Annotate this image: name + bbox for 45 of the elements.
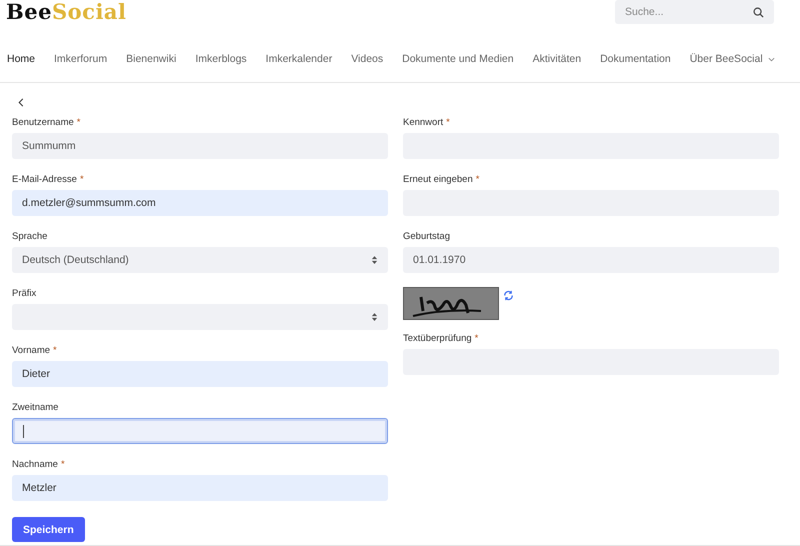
required-mark: *: [446, 116, 450, 128]
nav-link[interactable]: Aktivitäten: [532, 53, 582, 65]
nav-link[interactable]: Videos: [351, 53, 384, 65]
nav-link[interactable]: Imkerblogs: [195, 53, 247, 65]
field-label: Erneut eingeben: [403, 174, 473, 184]
nav-link[interactable]: Dokumentation: [600, 53, 671, 65]
field-label: Nachname: [12, 458, 58, 470]
nav-link[interactable]: Über BeeSocial: [690, 53, 775, 65]
input-field[interactable]: 01.01.1970: [403, 247, 779, 273]
input-field[interactable]: Summumm: [12, 133, 388, 159]
logo[interactable]: BeeSocial: [0, 0, 127, 24]
field-label: Zweitname: [12, 402, 58, 412]
input-field[interactable]: Dieter: [12, 361, 388, 387]
save-button[interactable]: Speichern: [12, 517, 85, 542]
required-mark: *: [474, 332, 478, 344]
search-icon: [753, 6, 764, 18]
sort-icon: [371, 312, 378, 322]
sort-icon: [371, 255, 378, 265]
back-icon[interactable]: [18, 98, 24, 107]
input-field[interactable]: d.metzler@summsumm.com: [12, 190, 388, 216]
required-mark: *: [76, 116, 80, 128]
required-mark: *: [60, 458, 65, 470]
field-label: Benutzername: [12, 116, 74, 128]
field-label: Textüberprüfung: [403, 332, 472, 344]
required-mark: *: [53, 344, 57, 356]
nav-link[interactable]: Bienenwiki: [126, 53, 176, 65]
field-label: E-Mail-Adresse: [12, 174, 77, 184]
input-field[interactable]: [12, 418, 388, 444]
field-label: Vorname: [12, 344, 50, 356]
search-field[interactable]: Suche...: [615, 0, 774, 24]
nav-link[interactable]: Imkerkalender: [266, 53, 332, 65]
nav-link[interactable]: Imkerforum: [54, 53, 108, 65]
field-label: Präfix: [12, 288, 36, 298]
field-label: Geburtstag: [403, 230, 450, 242]
required-mark: *: [476, 174, 480, 184]
select-field[interactable]: [12, 304, 388, 330]
nav-link[interactable]: Home: [7, 53, 36, 65]
field-label: Sprache: [12, 230, 48, 242]
nav-link[interactable]: Dokumente und Medien: [402, 53, 514, 65]
select-field[interactable]: Deutsch (Deutschland): [12, 247, 388, 273]
chevron-down-icon: [768, 56, 775, 62]
input-field[interactable]: Metzler: [12, 475, 388, 501]
refresh-icon[interactable]: [503, 290, 514, 301]
field-label: Kennwort: [403, 116, 444, 128]
required-mark: *: [80, 174, 84, 184]
